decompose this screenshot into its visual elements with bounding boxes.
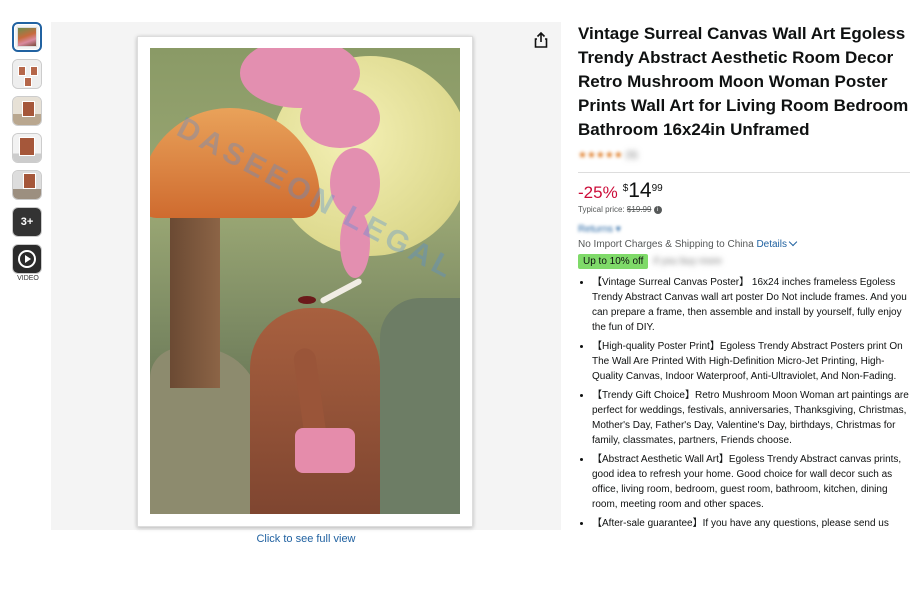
thumbnail-1[interactable] <box>12 22 42 52</box>
main-product-image[interactable]: DASEEON LEGAL <box>51 22 561 530</box>
thumbnail-2[interactable] <box>12 59 42 89</box>
thumbnail-video[interactable] <box>12 244 42 274</box>
price-block: -25% $ 14 99 <box>578 179 910 203</box>
typical-price-label: Typical price: <box>578 205 625 214</box>
video-label: VIDEO <box>17 275 39 282</box>
typical-price-value: $19.99 <box>626 205 652 214</box>
thumbnail-3[interactable] <box>12 96 42 126</box>
feature-bullets: 【Vintage Surreal Canvas Poster】 16x24 in… <box>578 275 910 531</box>
promo-badge: Up to 10% off <box>578 254 649 269</box>
list-item: 【Vintage Surreal Canvas Poster】 16x24 in… <box>592 275 910 335</box>
chevron-down-icon[interactable] <box>788 237 798 247</box>
share-icon[interactable] <box>531 30 551 50</box>
returns-link[interactable]: Returns ▾ <box>578 224 910 235</box>
play-icon <box>18 250 36 268</box>
product-details: Vintage Surreal Canvas Wall Art Egoless … <box>578 22 910 535</box>
thumbnail-more[interactable]: 3+ <box>12 207 42 237</box>
thumbnail-5[interactable] <box>12 170 42 200</box>
rating-row[interactable]: ★★★★★ (9) <box>578 150 910 164</box>
details-link[interactable]: Details <box>756 239 787 250</box>
list-item: 【Abstract Aesthetic Wall Art】Egoless Tre… <box>592 452 910 512</box>
see-full-view-link[interactable]: Click to see full view <box>51 533 561 545</box>
import-charges: No Import Charges & Shipping to China De… <box>578 237 910 250</box>
info-icon[interactable]: i <box>653 205 662 214</box>
thumbnail-4[interactable] <box>12 133 42 163</box>
discount-percent: -25% <box>578 183 618 202</box>
list-item: 【High-quality Poster Print】Egoless Trend… <box>592 339 910 384</box>
star-rating-icon: ★★★★★ <box>578 150 623 161</box>
price-whole: 14 <box>628 179 652 202</box>
rating-count[interactable]: (9) <box>626 150 638 161</box>
poster-frame <box>137 36 473 527</box>
list-item: 【After-sale guarantee】If you have any qu… <box>592 516 910 531</box>
list-item: 【Trendy Gift Choice】Retro Mushroom Moon … <box>592 388 910 448</box>
promo-text: if you buy more <box>653 256 722 267</box>
price-fraction: 99 <box>651 183 663 194</box>
product-title: Vintage Surreal Canvas Wall Art Egoless … <box>578 24 909 139</box>
divider <box>578 172 910 173</box>
promotion: Up to 10% off if you buy more <box>578 254 910 269</box>
import-text: No Import Charges & Shipping to China <box>578 239 754 250</box>
more-count: 3+ <box>13 208 41 236</box>
thumbnail-strip: 3+ VIDEO <box>12 22 46 282</box>
typical-price: Typical price: $19.99 i <box>578 205 910 214</box>
